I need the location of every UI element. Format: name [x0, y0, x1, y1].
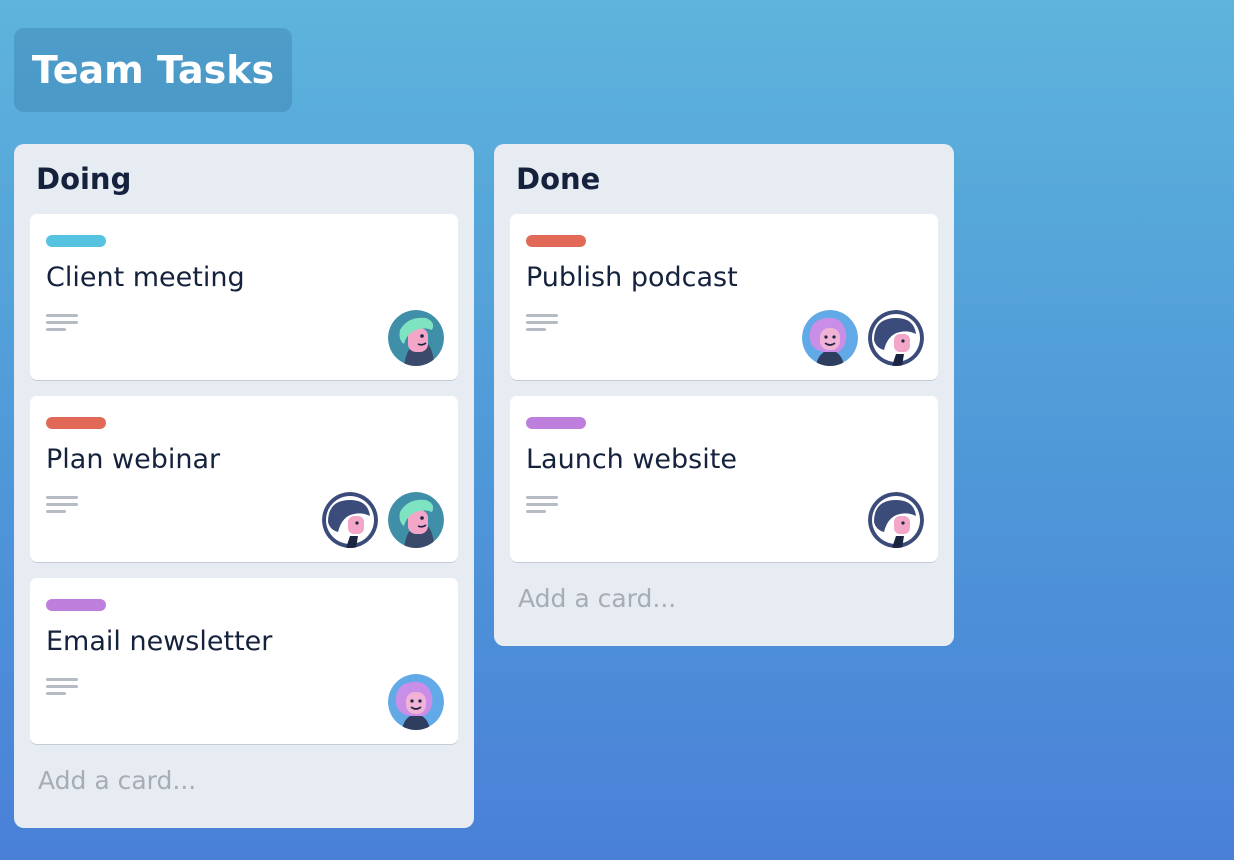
label-purple[interactable]	[46, 599, 106, 611]
label-red[interactable]	[46, 417, 106, 429]
card-title: Publish podcast	[526, 262, 738, 293]
card-title: Launch website	[526, 444, 737, 475]
label-purple[interactable]	[526, 417, 586, 429]
description-icon	[526, 496, 558, 516]
card-members	[388, 310, 444, 366]
purple-haired-avatar-icon[interactable]	[802, 310, 858, 366]
card-title: Plan webinar	[46, 444, 221, 475]
card-members	[388, 674, 444, 730]
white-haired-avatar-icon[interactable]	[322, 492, 378, 548]
card-members	[322, 492, 444, 548]
white-haired-avatar-icon[interactable]	[868, 310, 924, 366]
description-icon	[46, 678, 78, 698]
add-card-button[interactable]: Add a card...	[518, 584, 676, 613]
list-doing: Doing Client meeting Plan webinar Email …	[14, 144, 474, 828]
description-icon	[46, 314, 78, 334]
label-red[interactable]	[526, 235, 586, 247]
card-publish-podcast[interactable]: Publish podcast	[510, 214, 938, 380]
description-icon	[526, 314, 558, 334]
green-haired-avatar-icon[interactable]	[388, 492, 444, 548]
card-title: Client meeting	[46, 262, 245, 293]
list-title[interactable]: Done	[516, 162, 600, 196]
card-members	[868, 492, 924, 548]
list-done: Done Publish podcast Launch website Add …	[494, 144, 954, 646]
green-haired-avatar-icon[interactable]	[388, 310, 444, 366]
card-members	[802, 310, 924, 366]
label-teal[interactable]	[46, 235, 106, 247]
board-title[interactable]: Team Tasks	[14, 28, 292, 112]
add-card-button[interactable]: Add a card...	[38, 766, 196, 795]
card-client-meeting[interactable]: Client meeting	[30, 214, 458, 380]
description-icon	[46, 496, 78, 516]
card-plan-webinar[interactable]: Plan webinar	[30, 396, 458, 562]
card-title: Email newsletter	[46, 626, 273, 657]
white-haired-avatar-icon[interactable]	[868, 492, 924, 548]
card-email-newsletter[interactable]: Email newsletter	[30, 578, 458, 744]
purple-haired-avatar-icon[interactable]	[388, 674, 444, 730]
card-launch-website[interactable]: Launch website	[510, 396, 938, 562]
list-title[interactable]: Doing	[36, 162, 131, 196]
